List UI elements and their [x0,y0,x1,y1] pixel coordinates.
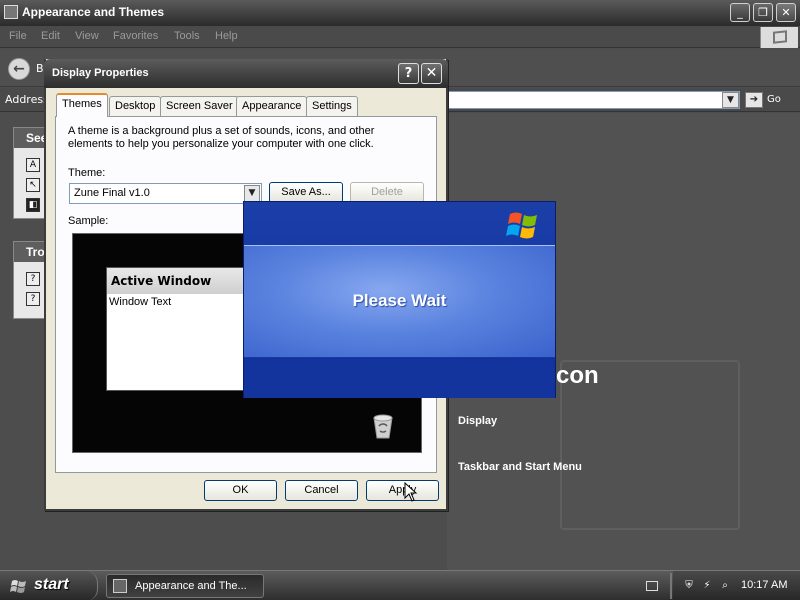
start-button[interactable]: start [0,571,98,600]
menu-help[interactable]: Help [215,30,238,42]
security-shield-icon[interactable]: ⛨ [683,580,695,592]
sample-window-text: Window Text [109,296,172,308]
delete-button[interactable]: Delete [350,182,424,203]
menu-file[interactable]: File [9,30,27,42]
high-contrast-icon[interactable]: ◧ [26,198,40,212]
dialog-title: Display Properties [52,67,149,79]
menu-edit[interactable]: Edit [41,30,60,42]
go-arrow-icon[interactable]: ➔ [745,92,763,108]
clock[interactable]: 10:17 AM [741,579,787,591]
troubleshooters-heading: Tro [14,242,46,262]
taskbar-item-label: Appearance and The... [135,580,247,592]
taskbar: start Appearance and The... ⛨ ⚡ ⌕ 10:17 … [0,570,800,600]
windows-logo-icon [506,212,537,239]
tray-separator [670,573,672,599]
search-icon[interactable]: ⌕ [719,580,731,592]
sample-active-window: Active Window Window Text [106,267,256,391]
explorer-titlebar[interactable]: Appearance and Themes _ ❐ ✕ [0,0,800,26]
troubleshooters-pane: Tro ? ? [13,241,47,319]
cancel-button[interactable]: Cancel [285,480,358,501]
sample-window-title: Active Window [107,268,255,294]
folder-icon [4,5,18,19]
windows-logo-icon [760,27,798,48]
chevron-down-icon[interactable]: ▼ [244,185,260,202]
help-icon[interactable]: ? [26,272,40,286]
please-wait-bottom-band [244,359,555,398]
sample-label: Sample: [68,215,109,227]
menu-favorites[interactable]: Favorites [113,30,158,42]
back-label: B [36,62,44,75]
taskbar-start-menu-link[interactable]: Taskbar and Start Menu [458,461,582,473]
tab-appearance[interactable]: Appearance [236,96,308,116]
please-wait-message: Please Wait [352,291,447,310]
network-icon[interactable]: ⚡ [701,580,713,592]
dialog-close-button[interactable]: ✕ [421,63,442,84]
explorer-title: Appearance and Themes [22,5,165,19]
tab-settings[interactable]: Settings [306,96,358,116]
maximize-button[interactable]: ❐ [753,3,773,22]
help-icon[interactable]: ? [26,292,40,306]
tab-screen-saver[interactable]: Screen Saver [160,96,239,116]
display-link[interactable]: Display [458,415,497,427]
mouse-pointer-icon [404,482,418,502]
tab-desktop[interactable]: Desktop [109,96,162,116]
theme-selected-value: Zune Final v1.0 [74,187,150,199]
apply-button[interactable]: Apply [366,480,439,501]
address-dropdown-button[interactable]: ▼ [722,92,739,108]
recycle-bin-icon [373,414,393,439]
close-button[interactable]: ✕ [776,3,796,22]
save-as-button[interactable]: Save As... [269,182,343,203]
see-also-heading: See [14,128,47,148]
address-label: Address [5,93,49,106]
tab-themes[interactable]: Themes [56,93,108,117]
taskbar-item-appearance[interactable]: Appearance and The... [106,574,264,598]
address-input[interactable] [446,91,740,109]
dialog-titlebar[interactable]: Display Properties ? ✕ [44,59,448,88]
fonts-icon[interactable]: A [26,158,40,172]
menu-bar: File Edit View Favorites Tools Help [0,26,800,48]
ok-button[interactable]: OK [204,480,277,501]
see-also-pane: See A ↖ ◧ [13,127,47,219]
menu-tools[interactable]: Tools [174,30,200,42]
theme-label: Theme: [68,167,106,179]
please-wait-dialog: Please Wait [243,201,556,398]
keyboard-icon[interactable] [646,581,658,591]
dialog-help-button[interactable]: ? [398,63,419,84]
mouse-pointers-icon[interactable]: ↖ [26,178,40,192]
back-button[interactable]: ← [8,58,30,80]
pick-icon-heading: con [556,362,599,389]
windows-flag-icon [10,580,26,593]
menu-view[interactable]: View [75,30,99,42]
please-wait-top-band [244,202,555,245]
go-button[interactable]: Go [767,94,781,105]
minimize-button[interactable]: _ [730,3,750,22]
folder-icon [113,579,127,593]
theme-description: A theme is a background plus a set of so… [68,125,375,150]
theme-select[interactable]: Zune Final v1.0 ▼ [69,183,262,204]
start-label: start [34,576,69,593]
